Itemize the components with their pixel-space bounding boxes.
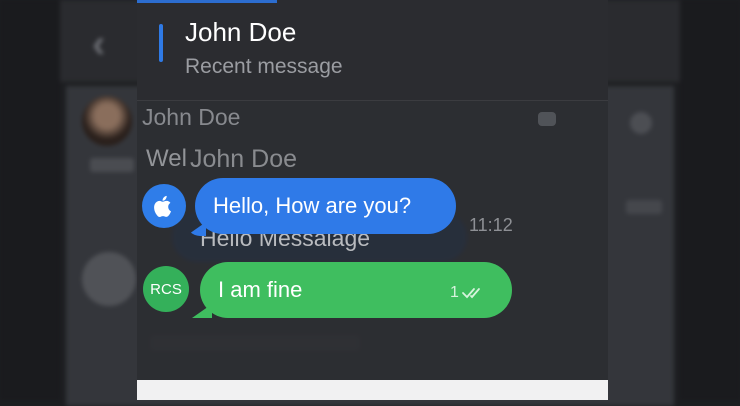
- incoming-message-bubble[interactable]: Hello, How are you?: [195, 178, 456, 234]
- background-status-icon: [538, 112, 556, 126]
- background-preview-name: John Doe: [190, 145, 298, 173]
- notification-header[interactable]: John Doe Recent message: [137, 0, 608, 101]
- bottom-sheet-edge: [137, 380, 608, 400]
- message-text: I am fine: [218, 277, 303, 302]
- contact-name: John Doe: [185, 17, 297, 47]
- message-status: 1: [450, 284, 487, 302]
- background-left-edge: [0, 0, 60, 400]
- message-timestamp: 11:12: [469, 215, 513, 235]
- header-subtitle: Recent message: [185, 55, 343, 78]
- rcs-avatar: RCS: [143, 266, 189, 312]
- background-placeholder-line: [626, 200, 662, 214]
- message-text: Hello, How are you?: [213, 193, 412, 218]
- header-accent-bar: [159, 24, 163, 62]
- double-check-icon: [462, 288, 480, 299]
- background-action-icon: [630, 112, 652, 134]
- background-right-edge: [680, 0, 740, 400]
- message-timestamp: 1: [450, 284, 459, 301]
- back-chevron-icon: ‹: [92, 22, 106, 66]
- header-top-accent: [137, 0, 277, 3]
- contact-avatar: [82, 96, 132, 146]
- background-contact-name: John Doe: [142, 104, 241, 130]
- apple-icon: [142, 184, 186, 228]
- contact-avatar-secondary: [82, 252, 136, 306]
- background-placeholder-line: [90, 158, 134, 172]
- background-preview-prefix: Wel: [146, 145, 187, 172]
